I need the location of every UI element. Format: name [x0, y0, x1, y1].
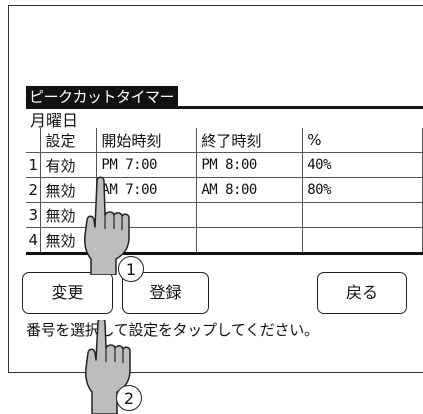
header-end-time: 終了時刻 — [196, 128, 304, 153]
percent-cell[interactable]: 40% — [302, 152, 423, 178]
header-start-time: 開始時刻 — [96, 128, 198, 153]
instruction-text: 番号を選択して設定をタップしてください。 — [26, 321, 319, 339]
screen-title: ピークカットタイマー — [26, 86, 179, 108]
header-percent: % — [302, 128, 423, 153]
row-number[interactable]: 3 — [26, 202, 42, 228]
setting-cell[interactable]: 有効 — [40, 152, 98, 178]
table-row-1[interactable]: 1 有効 PM 7:00 PM 8:00 40% — [26, 152, 423, 178]
back-button[interactable]: 戻る — [317, 272, 407, 314]
end-time-cell[interactable]: PM 8:00 — [196, 152, 304, 178]
table-row-2[interactable]: 2 無効 AM 7:00 AM 8:00 80% — [26, 177, 423, 203]
row-number[interactable]: 2 — [26, 177, 42, 203]
percent-cell[interactable]: 80% — [302, 177, 423, 203]
setting-cell[interactable]: 無効 — [40, 177, 98, 203]
header-setting: 設定 — [40, 128, 98, 153]
row-number[interactable]: 1 — [26, 152, 42, 178]
step-badge-1: 1 — [118, 256, 144, 282]
table-row-3[interactable]: 3 無効 — [26, 202, 423, 228]
end-time-cell[interactable] — [196, 227, 304, 255]
end-time-cell[interactable]: AM 8:00 — [196, 177, 304, 203]
setting-cell[interactable]: 無効 — [40, 202, 98, 228]
start-time-cell[interactable]: AM 7:00 — [96, 177, 198, 203]
percent-cell[interactable] — [302, 227, 423, 255]
header-number — [26, 128, 42, 153]
step-badge-2: 2 — [116, 385, 142, 411]
change-button[interactable]: 変更 — [22, 272, 113, 314]
peak-cut-schedule-table: 設定 開始時刻 終了時刻 % 1 有効 PM 7:00 PM 8:00 40% … — [26, 128, 423, 255]
setting-cell[interactable]: 無効 — [40, 227, 98, 255]
start-time-cell[interactable] — [96, 202, 198, 228]
table-header-row: 設定 開始時刻 終了時刻 % — [26, 128, 423, 153]
end-time-cell[interactable] — [196, 202, 304, 228]
start-time-cell[interactable]: PM 7:00 — [96, 152, 198, 178]
row-number[interactable]: 4 — [26, 227, 42, 255]
table-row-4[interactable]: 4 無効 — [26, 227, 423, 255]
percent-cell[interactable] — [302, 202, 423, 228]
start-time-cell[interactable] — [96, 227, 198, 255]
title-divider — [26, 106, 423, 109]
